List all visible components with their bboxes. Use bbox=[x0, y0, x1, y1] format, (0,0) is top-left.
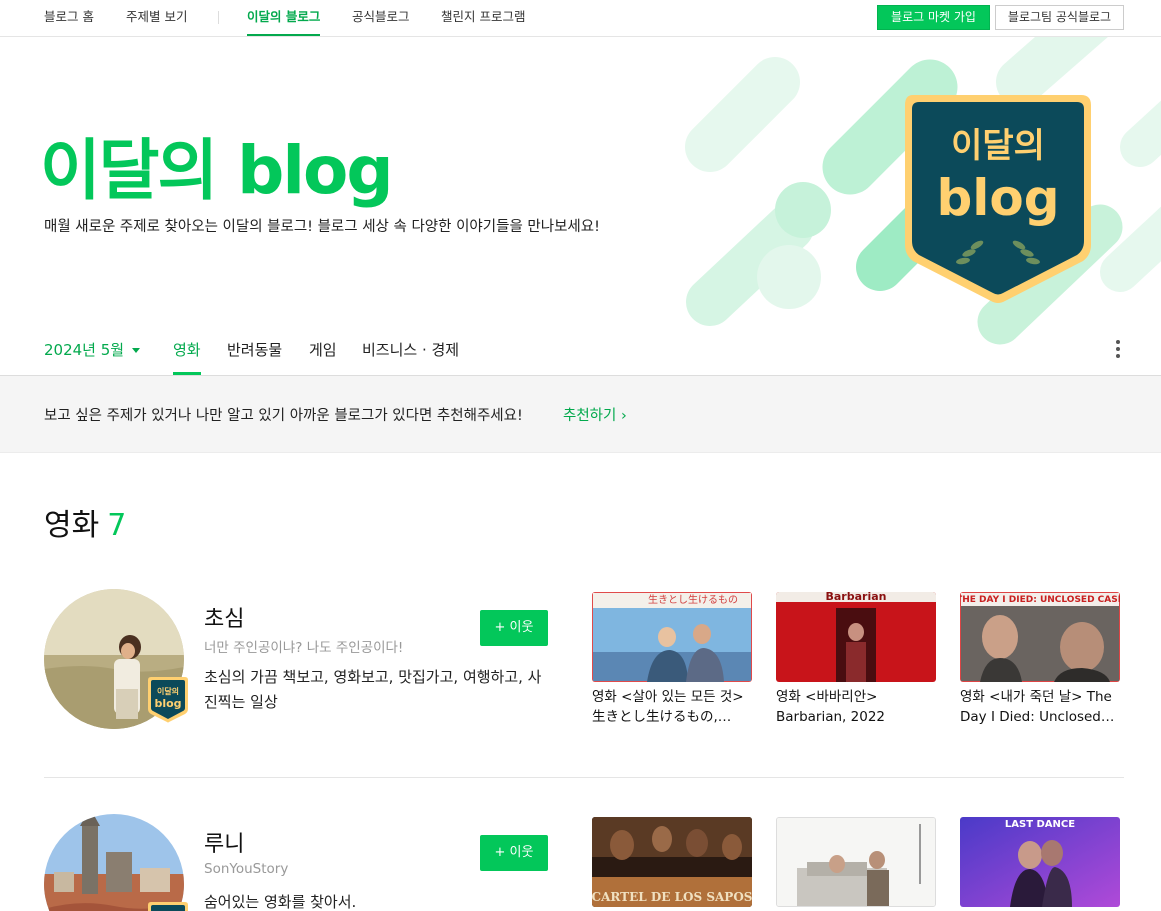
recommend-text: 보고 싶은 주제가 있거나 나만 알고 있기 아까운 블로그가 있다면 추천해주… bbox=[44, 408, 523, 424]
post-title[interactable]: 영화 <바바리안> Barbarian, 2022 bbox=[776, 687, 936, 727]
badge-title-text: 이달의 bbox=[157, 686, 179, 696]
blog-description: 초심의 가끔 책보고, 영화보고, 맛집가고, 여행하고, 사진찍는 일상 bbox=[204, 668, 542, 711]
tab-game[interactable]: 게임 bbox=[309, 330, 337, 375]
thumb-text: CARTEL DE LOS SAPOS bbox=[592, 890, 752, 904]
section-title: 영화 7 bbox=[44, 500, 126, 544]
blog-badge-icon bbox=[148, 902, 188, 911]
nav-official-blog[interactable]: 공식블로그 bbox=[352, 0, 410, 36]
post-thumbnail[interactable]: Barbarian bbox=[776, 592, 936, 682]
hero-decoration: 이달의 blog bbox=[685, 37, 1161, 345]
post-thumbnail[interactable]: LAST DANCE bbox=[960, 817, 1120, 907]
recommend-link[interactable]: 추천하기 › bbox=[563, 404, 627, 425]
badge-blog-text: blog bbox=[154, 697, 181, 710]
tab-pets[interactable]: 반려동물 bbox=[227, 330, 282, 375]
month-selector[interactable]: 2024년 5월 bbox=[44, 330, 141, 375]
nav-challenge-program[interactable]: 챌린지 프로그램 bbox=[441, 0, 525, 36]
chevron-right-icon: › bbox=[620, 408, 627, 424]
blog-market-join-button[interactable]: 블로그 마켓 가입 bbox=[877, 5, 990, 30]
blog-description: 숨어있는 영화를 찾아서. bbox=[204, 893, 357, 911]
recommend-link-label: 추천하기 bbox=[563, 408, 617, 424]
post-title[interactable]: 영화 <내가 죽던 날> The Day I Died: Unclosed Ca… bbox=[960, 687, 1120, 727]
month-label: 2024년 5월 bbox=[44, 341, 125, 359]
post-thumbnail[interactable]: 生きとし生けるもの bbox=[592, 592, 752, 682]
top-navigation: 블로그 홈 주제별 보기 이달의 블로그 공식블로그 챌린지 프로그램 블로그 … bbox=[0, 0, 1161, 37]
section-name: 영화 bbox=[44, 508, 100, 543]
blog-row: 이달의 blog 초심 너만 주인공이냐? 나도 주인공이다! 초심의 가끔 책… bbox=[44, 589, 1124, 778]
hero-banner: 이달의 blog 이달의 blog 매월 새로운 주제로 찾아오는 이달의 블로… bbox=[0, 37, 1161, 375]
badge-blog-text: blog bbox=[936, 169, 1059, 227]
tab-movie[interactable]: 영화 bbox=[173, 330, 201, 375]
follow-button[interactable]: + 이웃 bbox=[480, 610, 548, 646]
blog-team-official-button[interactable]: 블로그팀 공식블로그 bbox=[995, 5, 1124, 30]
blog-name[interactable]: 초심 bbox=[204, 601, 244, 633]
follow-button[interactable]: + 이웃 bbox=[480, 835, 548, 871]
blog-row: 루니 SonYouStory 숨어있는 영화를 찾아서. + 이웃 CARTEL… bbox=[44, 814, 1124, 911]
caret-down-icon bbox=[132, 348, 141, 353]
post-title[interactable]: 영화 <살아 있는 모든 것> 生きとし生けるもの, 2023 bbox=[592, 687, 752, 727]
nav-blog-of-month[interactable]: 이달의 블로그 bbox=[247, 0, 321, 36]
nav-topic-view[interactable]: 주제별 보기 bbox=[126, 0, 187, 36]
hero-logo: 이달의 blog bbox=[40, 132, 394, 209]
thumb-text: THE DAY I DIED: UNCLOSED CASE bbox=[960, 595, 1120, 605]
category-tabs: 2024년 5월 영화 반려동물 게임 비즈니스 · 경제 bbox=[0, 330, 1161, 376]
tab-business-economy[interactable]: 비즈니스 · 경제 bbox=[362, 330, 459, 375]
hero-description: 매월 새로운 주제로 찾아오는 이달의 블로그! 블로그 세상 속 다양한 이야… bbox=[44, 219, 600, 235]
blog-subtitle: SonYouStory bbox=[204, 861, 289, 877]
recommend-bar: 보고 싶은 주제가 있거나 나만 알고 있기 아까운 블로그가 있다면 추천해주… bbox=[0, 376, 1161, 453]
thumb-text: Barbarian bbox=[826, 592, 887, 603]
avatar[interactable] bbox=[44, 814, 184, 911]
thumb-text: LAST DANCE bbox=[1005, 819, 1075, 830]
nav-blog-home[interactable]: 블로그 홈 bbox=[44, 0, 94, 36]
more-options-icon[interactable] bbox=[1112, 340, 1124, 362]
section-count: 7 bbox=[107, 508, 127, 543]
thumb-text: 生きとし生けるもの bbox=[648, 593, 738, 606]
blog-name[interactable]: 루니 bbox=[204, 826, 244, 858]
nav-divider bbox=[218, 11, 219, 24]
post-thumbnail[interactable]: THE DAY I DIED: UNCLOSED CASE bbox=[960, 592, 1120, 682]
blog-subtitle: 너만 주인공이냐? 나도 주인공이다! bbox=[204, 640, 404, 656]
badge-title-text: 이달의 bbox=[951, 126, 1045, 166]
blog-badge-icon: 이달의 blog bbox=[148, 677, 188, 723]
post-thumbnail[interactable]: CARTEL DE LOS SAPOS bbox=[592, 817, 752, 907]
post-thumbnail[interactable] bbox=[776, 817, 936, 907]
